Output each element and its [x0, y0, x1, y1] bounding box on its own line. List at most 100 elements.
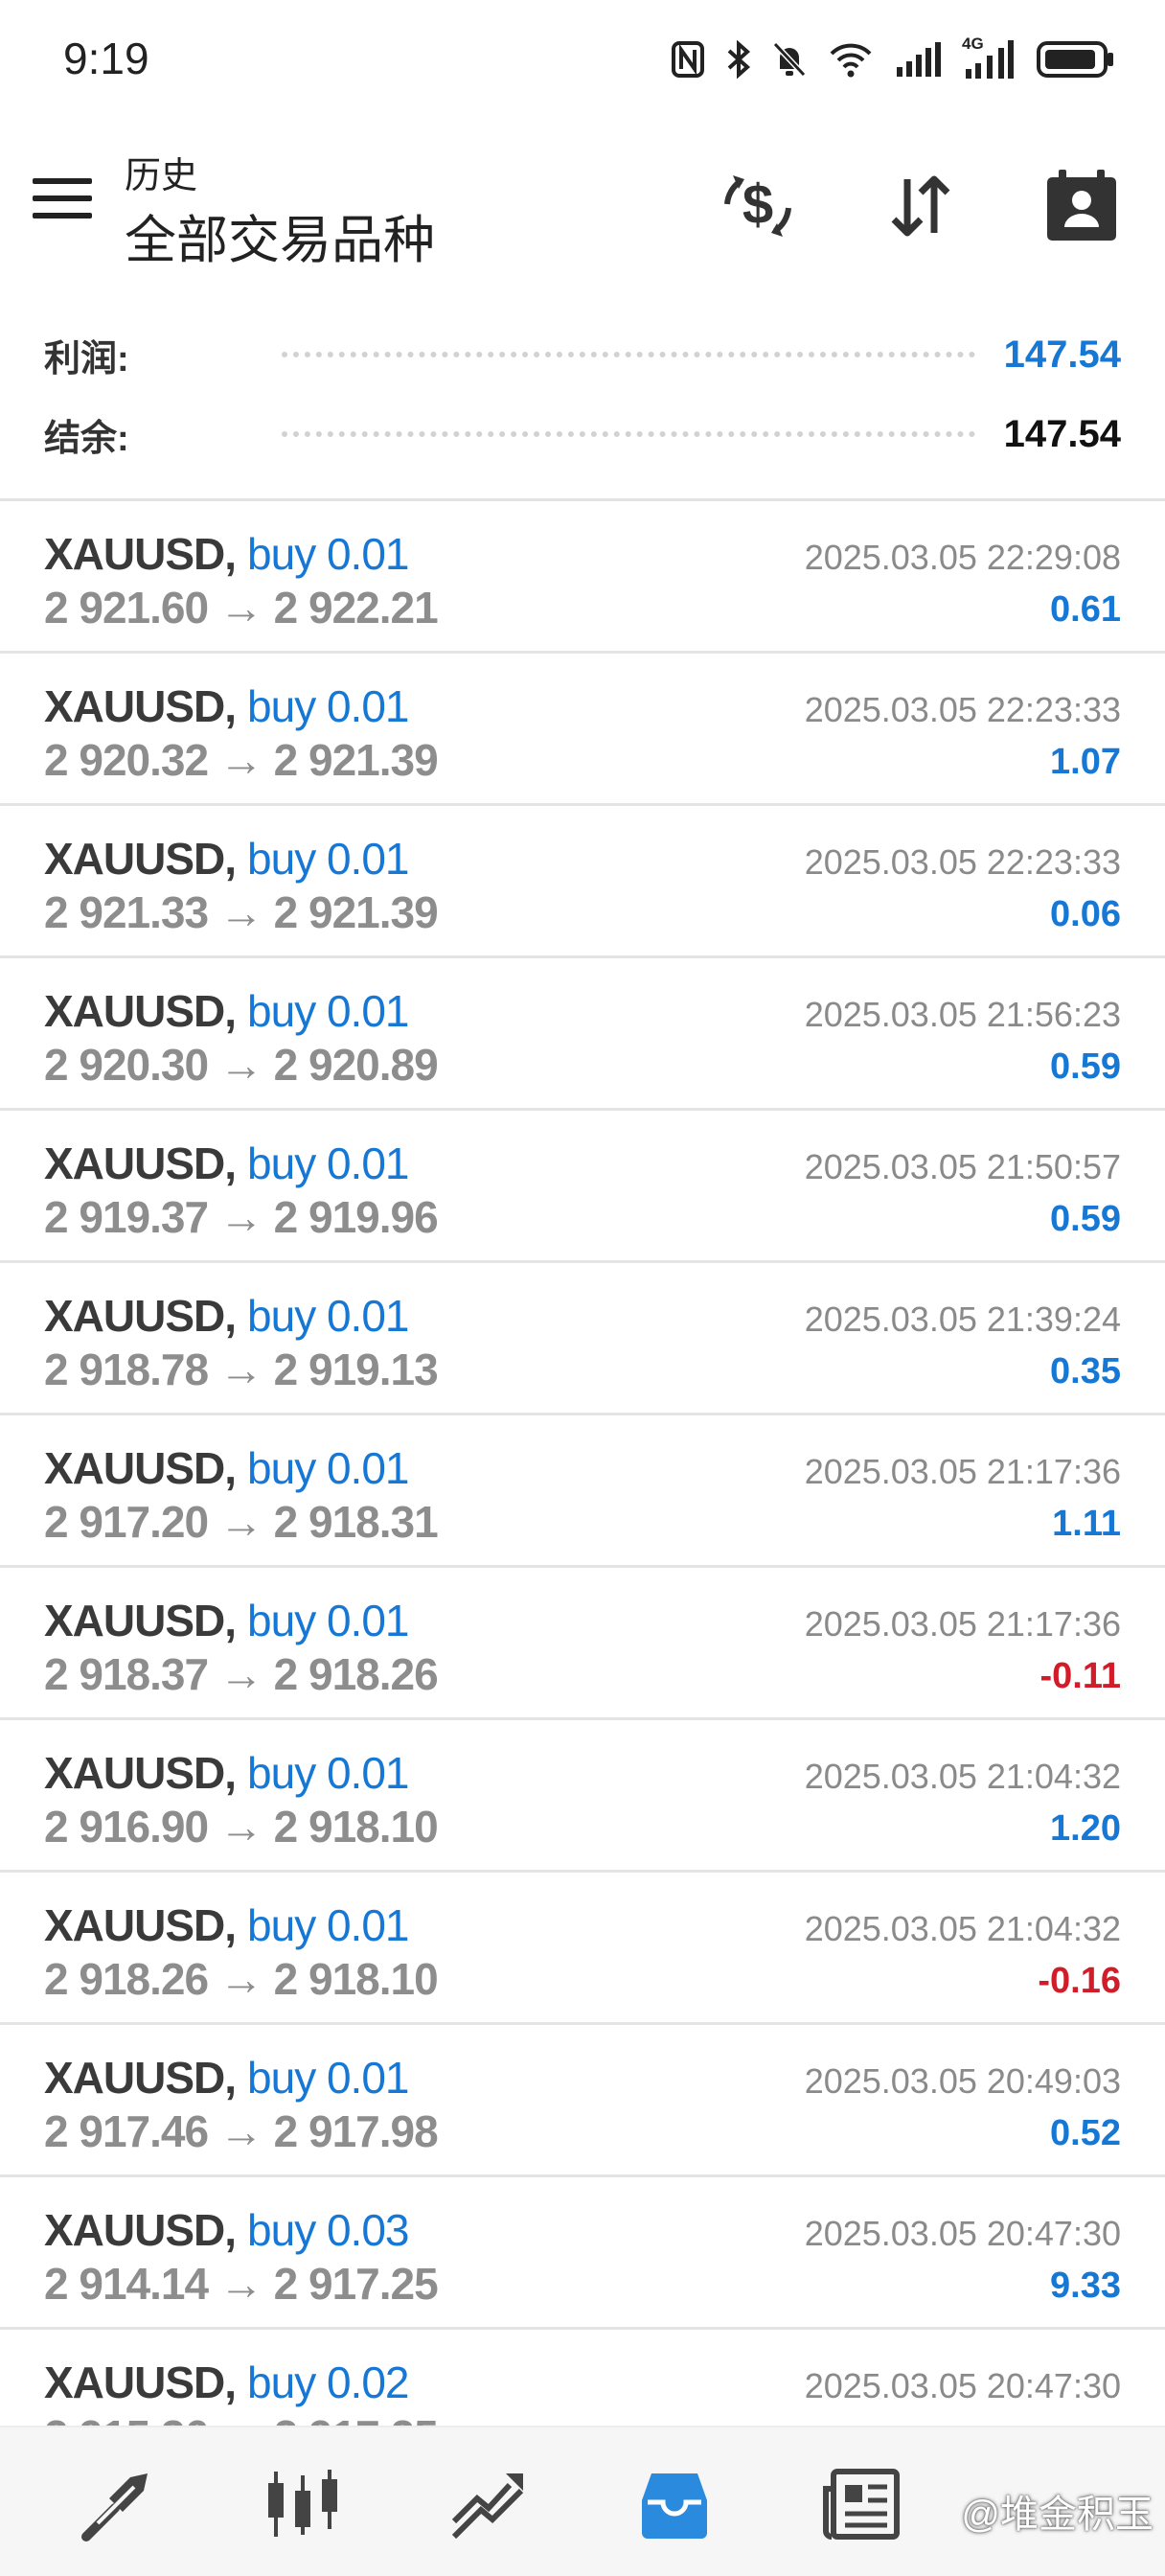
- deal-type: buy 0.01: [247, 834, 409, 884]
- deal-profit: 0.52: [1050, 2113, 1121, 2153]
- app-bar: 历史 全部交易品种 $: [0, 125, 1165, 278]
- deal-time: 2025.03.05 22:29:08: [804, 538, 1121, 577]
- deal-symbol: XAUUSD, buy 0.01: [44, 833, 410, 885]
- svg-text:$: $: [742, 173, 773, 236]
- deal-type: buy 0.01: [247, 1443, 409, 1493]
- deal-profit: 0.59: [1050, 1199, 1121, 1239]
- news-icon[interactable]: [814, 2466, 910, 2542]
- symbol-text: XAUUSD,: [44, 1443, 237, 1493]
- deal-profit: 1.07: [1050, 742, 1121, 782]
- deal-row[interactable]: XAUUSD,buy 0.02 2 915.36 → 2 917.25 2025.0…: [0, 2330, 1165, 2426]
- menu-icon[interactable]: [33, 178, 92, 226]
- deal-type: buy 0.01: [247, 681, 409, 731]
- deal-row[interactable]: XAUUSD, buy 0.01 2 918.78 → 2 919.13 2025.0…: [0, 1263, 1165, 1415]
- symbol-text: XAUUSD,: [44, 1596, 237, 1645]
- sort-icon[interactable]: [878, 163, 964, 249]
- nfc-icon: [671, 40, 705, 79]
- deal-prices: 2 916.90 → 2 918.10: [44, 1802, 439, 1852]
- deal-type: buy 0.01: [247, 1900, 409, 1950]
- deal-time: 2025.03.05 21:56:23: [804, 995, 1121, 1034]
- deal-profit: 9.33: [1050, 2266, 1121, 2306]
- deal-symbol: XAUUSD, buy 0.01: [44, 528, 410, 580]
- deal-prices: 2 915.36 → 2 917.25: [44, 2410, 439, 2426]
- deal-row[interactable]: XAUUSD, buy 0.01 2 920.30 → 2 920.89 2025.0…: [0, 958, 1165, 1111]
- deal-row[interactable]: XAUUSD, buy 0.01 2 917.20 → 2 918.31 2025.0…: [0, 1415, 1165, 1568]
- deal-symbol: XAUUSD, buy 0.01: [44, 680, 410, 732]
- symbol-text: XAUUSD,: [44, 1291, 237, 1341]
- deal-list[interactable]: XAUUSD, buy 0.01 2 921.60 → 2 922.21 2025.0…: [0, 501, 1165, 2426]
- deal-time: 2025.03.05 20:47:30: [804, 2214, 1121, 2253]
- deal-profit: -0.11: [1039, 1656, 1121, 1696]
- deal-prices: 2 920.30 → 2 920.89: [44, 1040, 439, 1090]
- deal-type: buy 0.02: [247, 2358, 409, 2407]
- deal-time: 2025.03.05 21:17:36: [804, 1604, 1121, 1644]
- symbol-text: XAUUSD,: [44, 681, 237, 731]
- deal-symbol: XAUUSD, buy 0.01: [44, 2052, 410, 2104]
- deal-profit: 1.11: [1052, 1504, 1121, 1544]
- status-bar: 9:19 4G: [0, 0, 1165, 115]
- quotes-icon[interactable]: [69, 2466, 165, 2542]
- deal-time: 2025.03.05 20:47:30: [804, 2366, 1121, 2405]
- deal-row[interactable]: XAUUSD, buy 0.01 2 918.26 → 2 918.10 2025.0…: [0, 1873, 1165, 2025]
- summary-panel: 利润: 147.54 结余: 147.54: [0, 316, 1165, 498]
- symbol-text: XAUUSD,: [44, 1138, 237, 1188]
- deal-row[interactable]: XAUUSD, buy 0.03 2 914.14 → 2 917.25 2025.0…: [0, 2177, 1165, 2330]
- deal-type: buy 0.01: [247, 1291, 409, 1341]
- page-title: 历史: [125, 156, 198, 196]
- deal-prices: 2 921.33 → 2 921.39: [44, 887, 439, 937]
- deal-row[interactable]: XAUUSD, buy 0.01 2 919.37 → 2 919.96 2025.0…: [0, 1111, 1165, 1263]
- profit-row: 利润: 147.54: [44, 326, 1121, 383]
- history-icon[interactable]: [627, 2466, 722, 2542]
- balance-label: 结余:: [44, 418, 129, 459]
- bottom-nav: @堆金积玉: [0, 2426, 1165, 2576]
- deal-symbol: XAUUSD, buy 0.03: [44, 2204, 410, 2256]
- symbol-text: XAUUSD,: [44, 2205, 237, 2255]
- deal-time: 2025.03.05 21:17:36: [804, 1452, 1121, 1491]
- symbol-text: XAUUSD,: [44, 1748, 237, 1798]
- symbol-text: XAUUSD,: [44, 2358, 237, 2407]
- deal-prices: 2 921.60 → 2 922.21: [44, 583, 439, 632]
- deal-prices: 2 914.14 → 2 917.25: [44, 2259, 439, 2309]
- symbol-filter-title[interactable]: 全部交易品种: [125, 197, 435, 273]
- chart-icon[interactable]: [255, 2466, 351, 2542]
- dotted-leader: [282, 431, 975, 437]
- deal-symbol: XAUUSD, buy 0.01: [44, 985, 410, 1037]
- dotted-leader: [282, 352, 975, 357]
- currency-exchange-icon[interactable]: $: [715, 163, 801, 249]
- deal-symbol: XAUUSD, buy 0.01: [44, 1899, 410, 1951]
- deal-time: 2025.03.05 21:04:32: [804, 1909, 1121, 1948]
- deal-symbol: XAUUSD, buy 0.01: [44, 1595, 410, 1646]
- deal-prices: 2 918.37 → 2 918.26: [44, 1649, 439, 1699]
- balance-row: 结余: 147.54: [44, 405, 1121, 463]
- wifi-icon: [828, 40, 874, 79]
- deal-row[interactable]: XAUUSD, buy 0.01 2 921.33 → 2 921.39 2025.0…: [0, 806, 1165, 958]
- deal-symbol: XAUUSD, buy 0.01: [44, 1138, 410, 1189]
- deal-symbol: XAUUSD, buy 0.01: [44, 1290, 410, 1342]
- watermark: @堆金积玉: [961, 2494, 1154, 2536]
- deal-row[interactable]: XAUUSD, buy 0.01 2 921.60 → 2 922.21 2025.0…: [0, 501, 1165, 654]
- battery-icon: [1037, 40, 1115, 79]
- deal-prices: 2 918.78 → 2 919.13: [44, 1345, 439, 1394]
- symbol-text: XAUUSD,: [44, 2053, 237, 2103]
- deal-symbol: XAUUSD, buy 0.01: [44, 1747, 410, 1799]
- calendar-icon[interactable]: [1039, 163, 1125, 249]
- deal-type: buy 0.01: [247, 1138, 409, 1188]
- signal-icon: [895, 40, 941, 79]
- deal-symbol: XAUUSD, buy 0.02: [44, 2357, 410, 2408]
- balance-value: 147.54: [1003, 412, 1121, 455]
- deal-row[interactable]: XAUUSD, buy 0.01 2 918.37 → 2 918.26 2025.0…: [0, 1568, 1165, 1720]
- symbol-text: XAUUSD,: [44, 834, 237, 884]
- deal-prices: 2 917.20 → 2 918.31: [44, 1497, 439, 1547]
- deal-time: 2025.03.05 22:23:33: [804, 690, 1121, 729]
- status-icons: 4G: [671, 34, 1115, 82]
- deal-prices: 2 919.37 → 2 919.96: [44, 1192, 439, 1242]
- deal-profit: 0.35: [1050, 1351, 1121, 1392]
- deal-time: 2025.03.05 21:50:57: [804, 1147, 1121, 1186]
- deal-row[interactable]: XAUUSD, buy 0.01 2 916.90 → 2 918.10 2025.0…: [0, 1720, 1165, 1873]
- trade-icon[interactable]: [441, 2466, 537, 2542]
- deal-row[interactable]: XAUUSD, buy 0.01 2 917.46 → 2 917.98 2025.0…: [0, 2025, 1165, 2177]
- deal-row[interactable]: XAUUSD, buy 0.01 2 920.32 → 2 921.39 2025.0…: [0, 654, 1165, 806]
- deal-type: buy 0.01: [247, 2053, 409, 2103]
- deal-type: buy 0.01: [247, 1748, 409, 1798]
- deal-type: buy 0.01: [247, 529, 409, 579]
